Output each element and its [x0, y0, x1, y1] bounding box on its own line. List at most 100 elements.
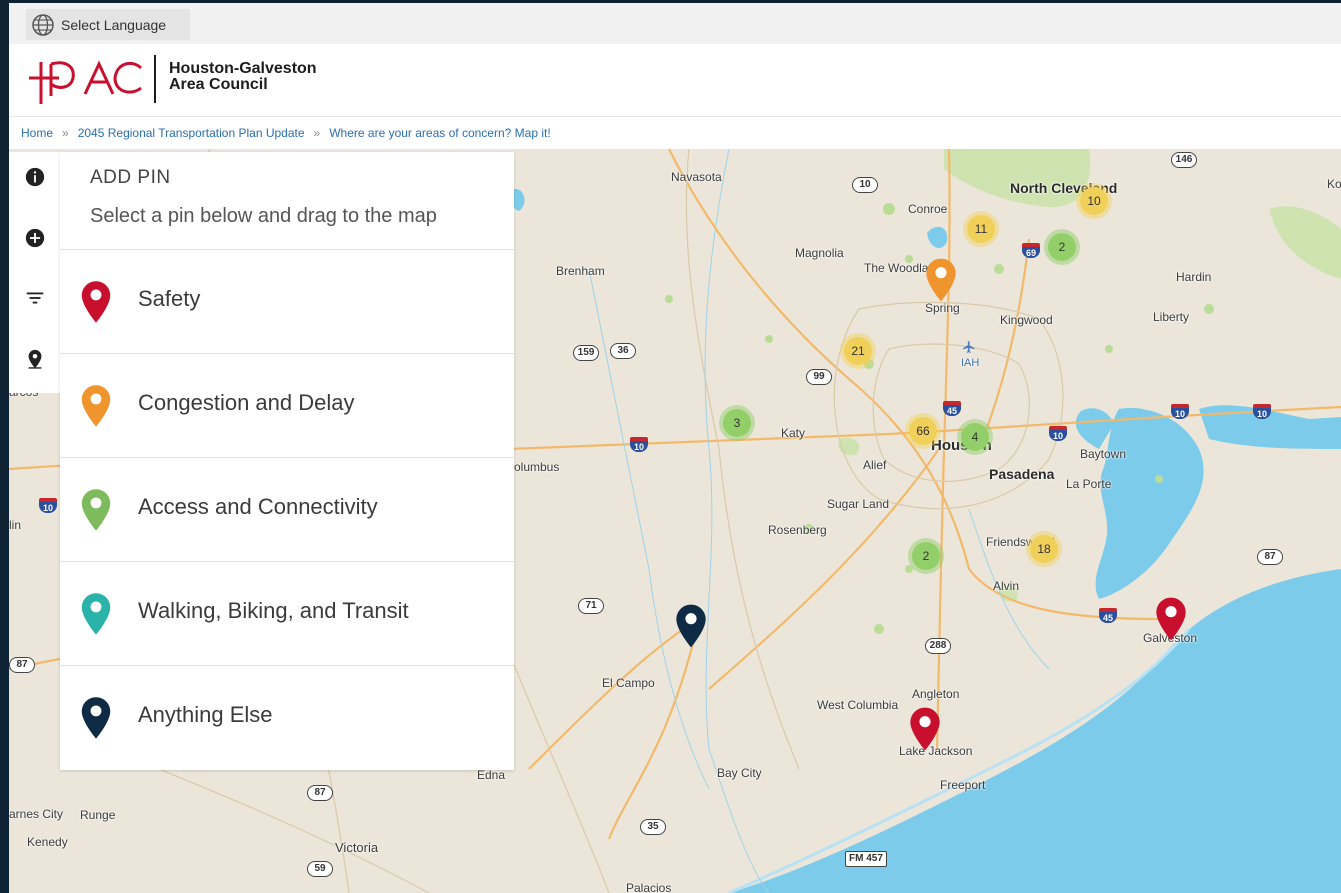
- place-karnes-city: arnes City: [9, 807, 64, 821]
- cluster-count: 10: [1080, 187, 1108, 215]
- filter-icon: [26, 292, 44, 304]
- info-icon: [25, 167, 45, 187]
- my-pins-button[interactable]: [24, 348, 46, 370]
- pin-option-label: Congestion and Delay: [138, 390, 355, 415]
- cluster-count: 4: [961, 423, 989, 451]
- cluster-count: 21: [844, 337, 872, 365]
- interstate-shield: 10: [1253, 404, 1271, 419]
- cluster-marker[interactable]: 11: [963, 211, 999, 247]
- cluster-count: 11: [967, 215, 995, 243]
- pin-option-anything-else[interactable]: Anything Else: [60, 665, 514, 769]
- place-ko: Ko: [1327, 177, 1341, 191]
- place-liberty: Liberty: [1153, 310, 1190, 324]
- interstate-shield: 10: [39, 498, 57, 513]
- org-name-line1: Houston-Galveston: [169, 60, 317, 77]
- place-alvin: Alvin: [993, 579, 1020, 593]
- place-victoria: Victoria: [335, 840, 379, 855]
- map-pin-safety[interactable]: [1155, 596, 1187, 642]
- cluster-marker[interactable]: 21: [840, 333, 876, 369]
- cluster-marker[interactable]: 3: [719, 405, 755, 441]
- cluster-marker[interactable]: 4: [957, 419, 993, 455]
- cluster-marker[interactable]: 2: [1044, 229, 1080, 265]
- breadcrumb-current[interactable]: Where are your areas of concern? Map it!: [329, 126, 550, 140]
- place-palacios: Palacios: [626, 881, 672, 893]
- cluster-marker[interactable]: 18: [1026, 531, 1062, 567]
- pin-anything-else-icon: [81, 697, 111, 739]
- pin-option-label: Access and Connectivity: [138, 494, 378, 519]
- route-shield: 35: [640, 819, 666, 835]
- breadcrumb-separator: »: [313, 126, 321, 140]
- place-spring: Spring: [925, 301, 960, 315]
- pin-option-access[interactable]: Access and Connectivity: [60, 457, 514, 561]
- place-runge: Runge: [80, 808, 116, 822]
- panel-subtitle: Select a pin below and drag to the map: [90, 205, 437, 227]
- place-iah: IAH: [961, 357, 980, 369]
- place-katy: Katy: [781, 426, 806, 440]
- place-brenham: Brenham: [556, 264, 605, 278]
- cluster-marker[interactable]: 2: [908, 538, 944, 574]
- interstate-shield: 45: [943, 401, 961, 416]
- filter-button[interactable]: [24, 287, 46, 309]
- place-edna: Edna: [477, 768, 506, 782]
- route-shield: 87: [9, 657, 35, 673]
- pin-option-label: Anything Else: [138, 702, 273, 727]
- cluster-count: 66: [909, 417, 937, 445]
- place-sugar-land: Sugar Land: [827, 497, 890, 511]
- breadcrumb-rtp-update[interactable]: 2045 Regional Transportation Plan Update: [78, 126, 305, 140]
- route-shield: 59: [307, 861, 333, 877]
- logo-divider: [154, 55, 156, 103]
- route-shield: 87: [1257, 549, 1283, 565]
- panel-title: ADD PIN: [90, 167, 171, 188]
- add-pin-panel: ADD PIN Select a pin below and drag to t…: [60, 152, 514, 770]
- pin-option-safety[interactable]: Safety: [60, 249, 514, 353]
- route-shield: 288: [925, 638, 951, 654]
- interstate-shield: 10: [1049, 426, 1067, 441]
- cluster-count: 2: [912, 542, 940, 570]
- select-language-button[interactable]: Select Language: [26, 9, 190, 40]
- globe-icon: [32, 13, 54, 36]
- hgac-logo-mark: [29, 60, 143, 104]
- airport-icon: [963, 341, 975, 353]
- route-shield: 146: [1171, 152, 1197, 168]
- cluster-marker[interactable]: 66: [905, 413, 941, 449]
- cluster-marker[interactable]: 10: [1076, 183, 1112, 219]
- place-freeport: Freeport: [940, 778, 986, 792]
- org-name-line2: Area Council: [169, 76, 268, 93]
- pin-option-walking[interactable]: Walking, Biking, and Transit: [60, 561, 514, 665]
- place-lin: lin: [9, 518, 22, 532]
- place-baytown: Baytown: [1080, 447, 1127, 461]
- map-pin-anything-else[interactable]: [675, 603, 707, 649]
- add-circle-icon: [25, 228, 45, 248]
- info-button[interactable]: [24, 166, 46, 188]
- pin-option-congestion[interactable]: Congestion and Delay: [60, 353, 514, 457]
- breadcrumb-home[interactable]: Home: [21, 126, 53, 140]
- place-navasota: Navasota: [671, 170, 722, 184]
- place-alief: Alief: [863, 458, 887, 472]
- interstate-shield: 10: [630, 437, 648, 452]
- hgac-logo[interactable]: [25, 54, 145, 111]
- place-west-columbia: West Columbia: [817, 698, 899, 712]
- map-pin-congestion[interactable]: [925, 257, 957, 303]
- route-shield: 87: [307, 785, 333, 801]
- location-pin-icon: [28, 349, 42, 369]
- pin-walking-icon: [81, 593, 111, 635]
- route-shield: FM 457: [845, 851, 887, 867]
- route-shield: 99: [806, 369, 832, 385]
- add-pin-button[interactable]: [24, 227, 46, 249]
- place-kenedy: Kenedy: [27, 835, 68, 849]
- place-kingwood: Kingwood: [1000, 313, 1053, 327]
- map-pin-safety[interactable]: [909, 706, 941, 752]
- pin-option-label: Walking, Biking, and Transit: [138, 598, 409, 623]
- place-pasadena: Pasadena: [989, 466, 1055, 482]
- map-tool-rail: [9, 152, 60, 393]
- breadcrumb-separator: »: [62, 126, 69, 140]
- pin-access-icon: [81, 489, 111, 531]
- place-columbus: olumbus: [514, 460, 560, 474]
- org-name: Houston-Galveston Area Council: [169, 61, 317, 93]
- cluster-count: 3: [723, 409, 751, 437]
- place-bay-city: Bay City: [717, 766, 762, 780]
- place-hardin: Hardin: [1176, 270, 1212, 284]
- pin-congestion-icon: [81, 385, 111, 427]
- route-shield: 10: [852, 177, 878, 193]
- breadcrumb: Home » 2045 Regional Transportation Plan…: [9, 117, 1341, 149]
